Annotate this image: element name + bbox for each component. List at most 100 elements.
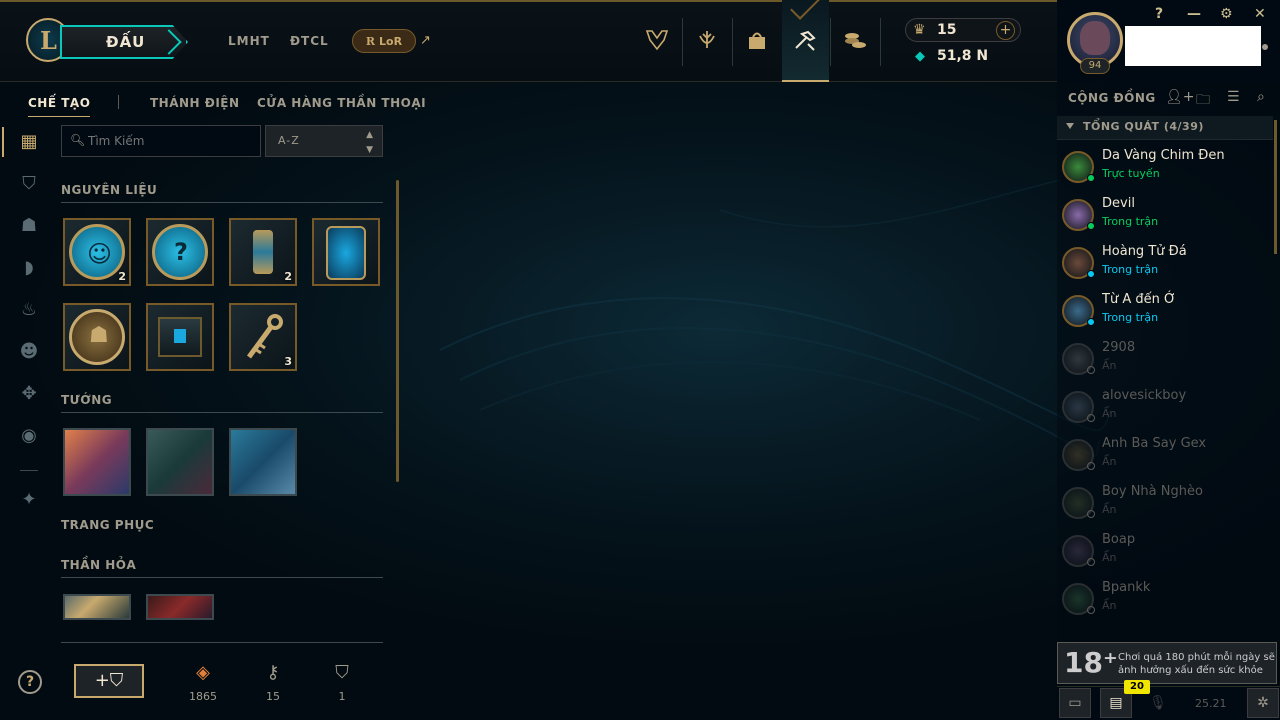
friend-name: Hoàng Tử Đá: [1102, 244, 1187, 259]
friend-row[interactable]: Từ A đến Ớ Trong trận: [1057, 288, 1273, 336]
summoner-name-redacted[interactable]: [1125, 26, 1261, 66]
capsule-tile[interactable]: 2: [229, 218, 297, 286]
friend-name: Bpankk: [1102, 580, 1151, 595]
buy-rp-button[interactable]: +: [996, 21, 1015, 40]
nav-lmht[interactable]: LMHT: [228, 34, 270, 48]
presence-dot: [1087, 366, 1095, 374]
tab-craft[interactable]: CHẾ TẠO: [28, 96, 91, 117]
divider: [61, 642, 383, 643]
warning-text: Chơi quá 180 phút mỗi ngày sẽ ảnh hưởng …: [1118, 652, 1275, 676]
minimize-icon[interactable]: —: [1187, 6, 1201, 22]
loot-scrollbar[interactable]: [396, 180, 399, 482]
hextech-chest-tile[interactable]: [146, 303, 214, 371]
hextech-hourglass-tile[interactable]: [312, 218, 380, 286]
helmet-icon: ☗: [89, 323, 109, 348]
lor-label: LoR: [379, 34, 403, 48]
close-icon[interactable]: ✕: [1254, 6, 1266, 22]
rail-active-indicator: [2, 127, 4, 157]
store-bag-icon[interactable]: [742, 28, 772, 56]
add-folder-icon[interactable]: 🗀: [1196, 89, 1210, 113]
presence-dot: [1087, 606, 1095, 614]
friend-name: Boy Nhà Nghèo: [1102, 484, 1203, 499]
background-swirl: [439, 179, 1111, 457]
divider: [61, 577, 383, 578]
eternal-item-2[interactable]: [146, 594, 214, 620]
friend-name: Boap: [1102, 532, 1136, 547]
friend-row[interactable]: Bpankk Ẩn: [1057, 576, 1273, 624]
divider: [732, 18, 733, 66]
health-warning: 18⁺ Chơi quá 180 phút mỗi ngày sẽ ảnh hư…: [1057, 642, 1277, 684]
champion-shard-1[interactable]: [63, 428, 131, 496]
eternal-item-1[interactable]: [63, 594, 131, 620]
friend-row[interactable]: Anh Ba Say Gex Ẩn: [1057, 432, 1273, 480]
lor-button[interactable]: R LoR: [352, 29, 416, 53]
friend-name: Từ A đến Ớ: [1102, 292, 1176, 307]
add-friend-icon[interactable]: 👤︎+: [1165, 89, 1195, 105]
key-icon: [246, 314, 283, 359]
add-chest-button[interactable]: +⛉: [74, 664, 144, 698]
friend-row[interactable]: alovesickboy Ẩn: [1057, 384, 1273, 432]
chest-icon: ⛉: [335, 662, 349, 683]
play-button[interactable]: ĐẤU: [60, 25, 188, 59]
friend-row[interactable]: Devil Trong trận: [1057, 192, 1273, 240]
chest-icon[interactable]: ⛉: [17, 172, 41, 196]
tft-icon[interactable]: ✦: [17, 488, 41, 512]
helmet-icon[interactable]: ☗: [17, 214, 41, 238]
friend-name: Da Vàng Chim Đen: [1102, 148, 1225, 163]
nav-dtcl[interactable]: ĐTCL: [290, 34, 329, 48]
be-value: 51,8 N: [937, 48, 989, 64]
help-icon[interactable]: ?: [1155, 6, 1163, 22]
sort-dropdown[interactable]: A-Z ▲ ▼: [265, 125, 383, 157]
flame-icon[interactable]: ♨: [17, 298, 41, 322]
play-label: ĐẤU: [106, 33, 146, 51]
version-label: 25.21: [1195, 697, 1227, 710]
hourglass-icon: [326, 226, 366, 280]
search-input[interactable]: [88, 131, 256, 151]
friend-row[interactable]: Boap Ẩn: [1057, 528, 1273, 576]
settings-gear-icon[interactable]: ⚙: [1220, 6, 1233, 22]
loot-hammer-icon[interactable]: [790, 28, 820, 56]
champion-orb-tile[interactable]: ☗: [63, 303, 131, 371]
coins-icon[interactable]: [840, 28, 870, 56]
social-title: CỘNG ĐỒNG: [1068, 91, 1156, 105]
friend-row[interactable]: Da Vàng Chim Đen Trực tuyến: [1057, 144, 1273, 192]
presence-dot: [1087, 174, 1095, 182]
champion-shard-2[interactable]: [146, 428, 214, 496]
tab-sanctum[interactable]: THÁNH ĐIỆN: [150, 96, 240, 110]
blue-essence-icon: ◆: [915, 49, 925, 64]
friend-status: Ẩn: [1102, 503, 1117, 516]
profile-icon[interactable]: ◉: [17, 424, 41, 448]
presence-dot: [1087, 270, 1095, 278]
worlds-trophy-icon[interactable]: [642, 28, 672, 56]
search-icon: 🔍︎: [70, 133, 86, 147]
question-icon: ?: [174, 238, 188, 266]
ward-icon[interactable]: ✥: [17, 382, 41, 406]
help-button[interactable]: ?: [18, 670, 42, 694]
tab-mythic-shop[interactable]: CỬA HÀNG THẦN THOẠI: [257, 96, 426, 110]
emote-orb-tile[interactable]: ☺ 2: [63, 218, 131, 286]
search-icon[interactable]: ⌕: [1257, 89, 1265, 105]
presence-dot: [1087, 222, 1095, 230]
chat-icon[interactable]: ▭: [1059, 688, 1091, 718]
bug-report-icon[interactable]: ✲: [1247, 688, 1279, 718]
ranked-icon[interactable]: [692, 28, 722, 56]
mystery-orb-tile[interactable]: ?: [146, 218, 214, 286]
mask-icon[interactable]: ◗: [17, 256, 41, 280]
emote-icon[interactable]: ☻: [17, 340, 41, 364]
friend-row[interactable]: Boy Nhà Nghèo Ẩn: [1057, 480, 1273, 528]
champion-shard-3[interactable]: [229, 428, 297, 496]
grid-all-icon[interactable]: ▦: [17, 130, 41, 154]
friends-scrollbar[interactable]: [1274, 120, 1277, 254]
item-count: 2: [118, 270, 126, 283]
status-dot: [1262, 44, 1268, 50]
mic-icon[interactable]: 🎙︎: [1142, 688, 1174, 718]
divider: [61, 202, 383, 203]
friend-group-header[interactable]: TỔNG QUÁT (4/39): [1057, 116, 1273, 140]
section-eternals: THẦN HỎA: [61, 558, 137, 572]
friend-row[interactable]: 2908 Ẩn: [1057, 336, 1273, 384]
key-tile[interactable]: 3: [229, 303, 297, 371]
item-count: 3: [284, 355, 292, 368]
list-view-icon[interactable]: ☰: [1227, 89, 1240, 105]
presence-dot: [1087, 462, 1095, 470]
friend-row[interactable]: Hoàng Tử Đá Trong trận: [1057, 240, 1273, 288]
